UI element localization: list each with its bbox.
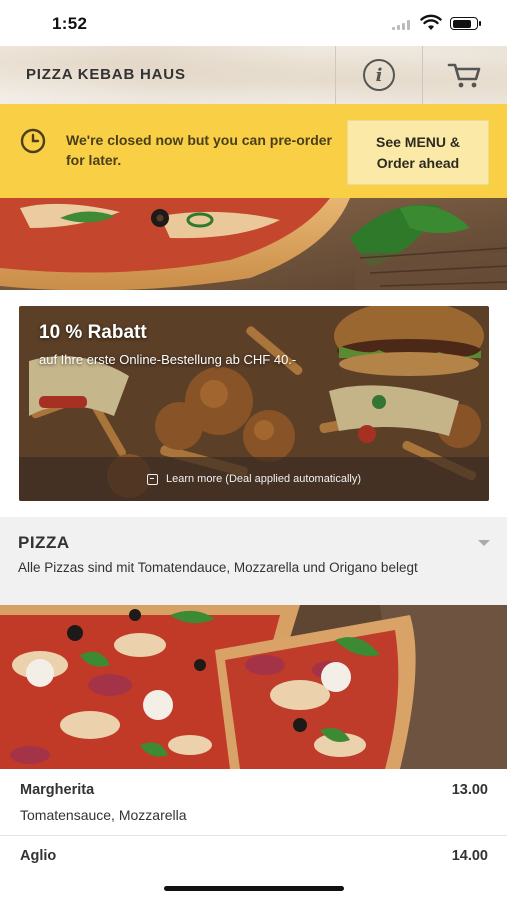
clock-icon — [20, 128, 46, 154]
order-button-line2: Order ahead — [376, 154, 460, 171]
chevron-down-icon[interactable] — [478, 540, 490, 546]
menu-item-margherita[interactable]: Margherita 13.00 Tomatensauce, Mozzarell… — [0, 769, 507, 835]
category-title: PIZZA — [18, 533, 70, 552]
cart-button[interactable] — [423, 46, 507, 104]
hero-pizza-image — [0, 198, 507, 290]
status-bar: 1:52 — [0, 0, 507, 46]
deal-card[interactable]: 10 % Rabatt auf Ihre erste Online-Bestel… — [19, 306, 489, 501]
deal-learn-more-link[interactable]: Learn more (Deal applied automatically) — [166, 473, 361, 485]
item-name: Margherita — [20, 782, 95, 798]
category-pizza-image — [0, 605, 507, 769]
closed-message: We're closed now but you can pre-order f… — [66, 132, 333, 168]
deal-footer[interactable]: Learn more (Deal applied automatically) — [19, 457, 489, 501]
restaurant-title: PIZZA KEBAB HAUS — [26, 66, 186, 83]
info-button[interactable]: i — [336, 46, 422, 104]
cart-icon — [447, 63, 481, 88]
signal-icon — [392, 20, 414, 30]
menu-item-aglio[interactable]: Aglio 14.00 — [0, 836, 507, 886]
see-menu-order-ahead-button[interactable]: See MENU & Order ahead — [347, 120, 489, 185]
category-header-pizza[interactable]: PIZZA Alle Pizzas sind mit Tomatendauce,… — [0, 517, 507, 605]
home-indicator[interactable] — [164, 886, 344, 891]
item-price: 13.00 — [451, 782, 488, 798]
status-time: 1:52 — [52, 14, 88, 33]
deal-subtitle: auf Ihre erste Online-Bestellung ab CHF … — [39, 352, 297, 367]
order-button-line1: See MENU & — [375, 133, 461, 150]
app-header: PIZZA KEBAB HAUS i — [0, 46, 507, 104]
deal-title: 10 % Rabatt — [39, 322, 147, 343]
item-description: Tomatensauce, Mozzarella — [20, 807, 187, 823]
category-description: Alle Pizzas sind mit Tomatendauce, Mozza… — [18, 560, 418, 575]
item-name: Aglio — [20, 848, 57, 864]
tag-icon — [146, 473, 158, 485]
info-icon: i — [363, 59, 395, 91]
battery-icon — [450, 17, 481, 30]
wifi-icon — [420, 14, 442, 30]
item-price: 14.00 — [451, 848, 488, 864]
